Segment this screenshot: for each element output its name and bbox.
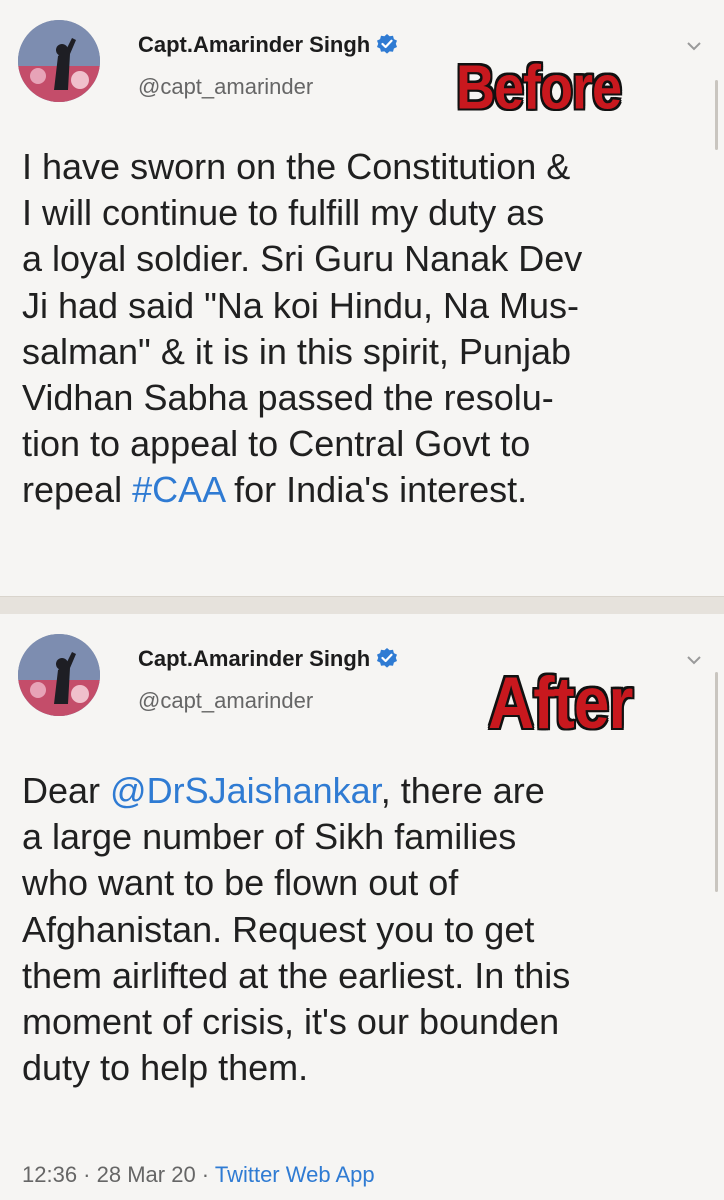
- tweet-text-segment: repeal: [22, 469, 133, 511]
- overlay-label-after: After: [488, 661, 633, 744]
- divider: [0, 596, 724, 616]
- tweet-text-line: moment of crisis, it's our bounden: [22, 999, 712, 1045]
- tweet-text-line: who want to be flown out of: [22, 860, 712, 906]
- scrollbar[interactable]: [715, 80, 718, 150]
- tweet-text: I have sworn on the Constitution & I will…: [22, 144, 712, 514]
- tweet-text-line: I have sworn on the Constitution &: [22, 144, 712, 190]
- author-handle[interactable]: @capt_amarinder: [138, 74, 313, 100]
- author-name[interactable]: Capt.Amarinder Singh: [138, 646, 398, 675]
- tweet-text-segment: salman" & it is in this spirit, Punjab: [22, 330, 571, 372]
- tweet-text-segment: for India's interest.: [224, 469, 528, 511]
- tweet-meta: 12:36 · 28 Mar 20 · Twitter Web App: [22, 1162, 375, 1188]
- tweet-text-line: a loyal soldier. Sri Guru Nanak Dev: [22, 236, 712, 282]
- author-name-text: Capt.Amarinder Singh: [138, 646, 371, 671]
- tweet-text: Dear @DrSJaishankar, there are a large nu…: [22, 768, 712, 1091]
- author-handle[interactable]: @capt_amarinder: [138, 688, 313, 714]
- tweet-text-line: Ji had said "Na koi Hindu, Na Mus-: [22, 283, 712, 329]
- tweet-text-line: tion to appeal to Central Govt to: [22, 421, 712, 467]
- tweet-text-segment: I have sworn on the Constitution &: [22, 146, 571, 187]
- tweet-text-line: Afghanistan. Request you to get: [22, 907, 712, 953]
- tweet-text-line: a large number of Sikh families: [22, 814, 712, 860]
- tweet-text-line: salman" & it is in this spirit, Punjab: [22, 329, 712, 375]
- tweet-card-before[interactable]: Capt.Amarinder Singh @capt_amarinder Bef…: [0, 0, 724, 596]
- tweet-text-segment: Afghanistan. Request you to get: [22, 908, 535, 950]
- chevron-down-icon[interactable]: [686, 652, 702, 670]
- tweet-date[interactable]: 28 Mar 20: [97, 1162, 196, 1187]
- overlay-label-before: Before: [456, 53, 622, 123]
- tweet-text-segment: who want to be flown out of: [22, 862, 459, 904]
- meta-separator: ·: [77, 1162, 97, 1187]
- tweet-text-segment: duty to help them.: [22, 1047, 309, 1089]
- tweet-text-line: duty to help them.: [22, 1045, 712, 1091]
- avatar[interactable]: [18, 634, 100, 716]
- tweet-text-segment: Vidhan Sabha passed the resolu-: [22, 377, 554, 419]
- author-name[interactable]: Capt.Amarinder Singh: [138, 32, 398, 61]
- tweet-text-segment: , there are: [380, 770, 545, 811]
- tweet-text-segment: Dear: [22, 770, 111, 811]
- tweet-text-segment: Ji had said "Na koi Hindu, Na Mus-: [22, 284, 580, 326]
- chevron-down-icon[interactable]: [686, 38, 702, 56]
- tweet-text-segment: them airlifted at the earliest. In this: [22, 954, 571, 996]
- meta-separator: ·: [195, 1162, 215, 1187]
- tweet-text-segment: a large number of Sikh families: [22, 816, 517, 858]
- tweet-text-segment: I will continue to fulfill my duty as: [22, 192, 545, 234]
- tweet-text-segment: a loyal soldier. Sri Guru Nanak Dev: [22, 238, 583, 280]
- tweet-text-line: Dear @DrSJaishankar, there are: [22, 768, 712, 814]
- mention-link[interactable]: @DrSJaishankar: [110, 770, 381, 811]
- tweet-text-line: repeal #CAA for India's interest.: [22, 467, 712, 513]
- tweet-card-after[interactable]: Capt.Amarinder Singh @capt_amarinder Aft…: [0, 614, 724, 1200]
- hashtag-link[interactable]: #CAA: [132, 469, 224, 510]
- tweet-source-app[interactable]: Twitter Web App: [215, 1162, 375, 1187]
- tweet-text-line: them airlifted at the earliest. In this: [22, 953, 712, 999]
- tweet-time[interactable]: 12:36: [22, 1162, 77, 1187]
- author-name-text: Capt.Amarinder Singh: [138, 32, 371, 57]
- tweet-text-segment: moment of crisis, it's our bounden: [22, 1001, 560, 1043]
- verified-badge-icon: [376, 33, 398, 61]
- scrollbar[interactable]: [715, 672, 718, 892]
- tweet-text-segment: tion to appeal to Central Govt to: [22, 423, 531, 465]
- tweet-text-line: Vidhan Sabha passed the resolu-: [22, 375, 712, 421]
- verified-badge-icon: [376, 647, 398, 675]
- avatar[interactable]: [18, 20, 100, 102]
- tweet-text-line: I will continue to fulfill my duty as: [22, 190, 712, 236]
